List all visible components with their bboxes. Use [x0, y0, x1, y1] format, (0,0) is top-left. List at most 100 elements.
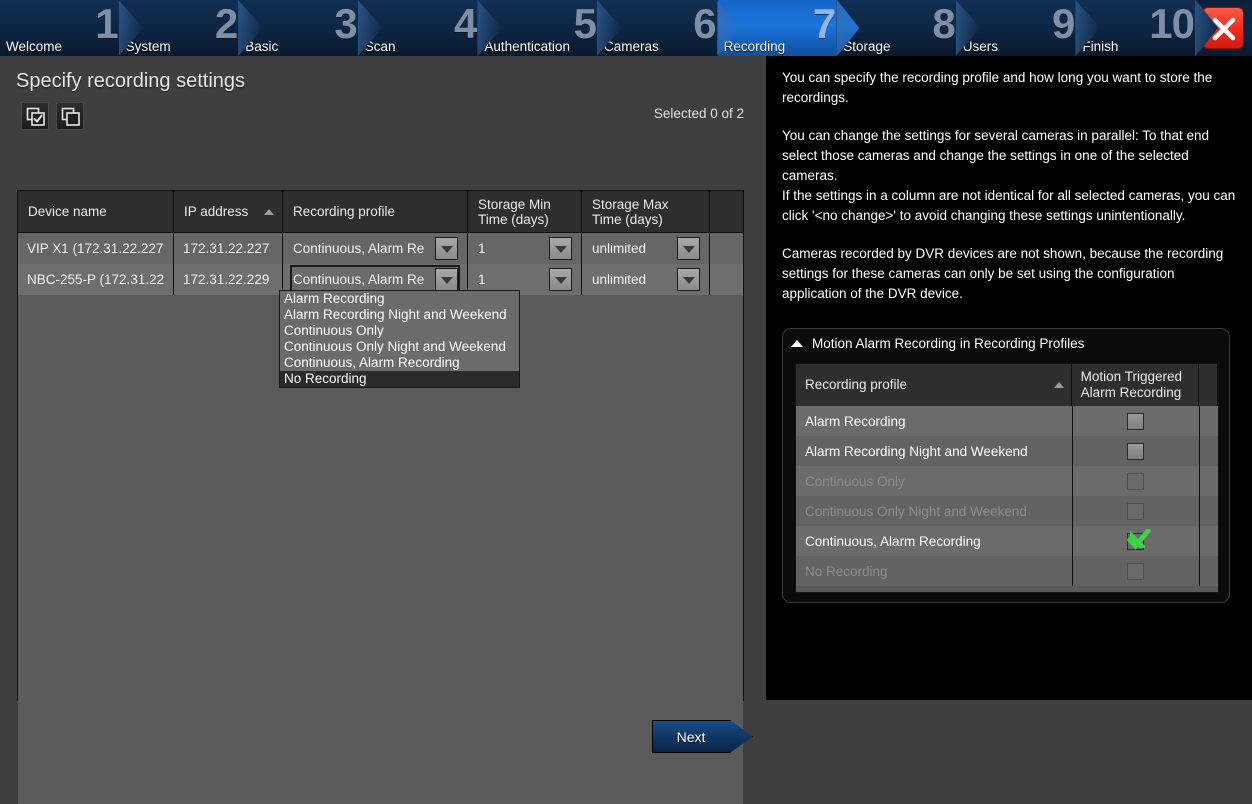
help-paragraph-3: If the settings in a column are not iden…	[782, 188, 1236, 223]
sort-ascending-icon	[1053, 382, 1064, 388]
motion-cell-checkbox[interactable]	[1073, 556, 1200, 586]
motion-panel-header[interactable]: Motion Alarm Recording in Recording Prof…	[783, 329, 1229, 357]
cell-storage-max-time-value: unlimited	[592, 241, 647, 256]
cell-storage-min-time[interactable]: 1	[468, 233, 582, 264]
motion-cell-checkbox[interactable]	[1073, 496, 1200, 526]
wizard-step-welcome[interactable]: 1 Welcome	[0, 0, 142, 56]
chevron-down-icon[interactable]	[549, 237, 572, 260]
column-header-blank	[710, 191, 743, 232]
chevron-down-icon[interactable]	[435, 268, 458, 291]
dropdown-option[interactable]: Continuous, Alarm Recording	[280, 355, 519, 371]
motion-cell-profile: Continuous Only Night and Weekend	[796, 496, 1073, 526]
dropdown-option[interactable]: Alarm Recording Night and Weekend	[280, 307, 519, 323]
motion-column-header-profile[interactable]: Recording profile	[796, 364, 1072, 406]
wizard-step-label: Recording	[723, 39, 786, 54]
select-all-icon	[26, 107, 45, 126]
motion-column-header-blank	[1199, 364, 1218, 406]
cell-storage-max-time-combobox[interactable]: unlimited	[591, 236, 700, 261]
cell-recording-profile-value: Continuous, Alarm Re	[293, 241, 425, 256]
wizard-step-recording[interactable]: 7 Recording	[718, 0, 860, 56]
motion-cell-profile-text: Alarm Recording Night and Weekend	[805, 443, 1028, 459]
cell-ip-address[interactable]: 172.31.22.227	[174, 233, 283, 264]
checkbox-unchecked[interactable]	[1127, 442, 1145, 460]
column-header-storage-max-time[interactable]: Storage Max Time (days)	[582, 191, 710, 232]
cell-storage-min-time-combobox[interactable]: 1	[477, 267, 572, 292]
motion-table-row[interactable]: Alarm Recording Night and Weekend	[796, 436, 1218, 466]
cell-ip-address-text: 172.31.22.229	[183, 272, 270, 287]
wizard-step-number: 7	[812, 0, 836, 47]
device-table: Device name IP address Recording profile…	[17, 190, 744, 804]
cell-storage-max-time-combobox[interactable]: unlimited	[591, 267, 700, 292]
selected-count-label: Selected 0 of 2	[653, 106, 744, 121]
chevron-down-icon[interactable]	[549, 268, 572, 291]
recording-profile-dropdown-list[interactable]: Alarm Recording Alarm Recording Night and…	[279, 290, 520, 388]
motion-panel-title: Motion Alarm Recording in Recording Prof…	[812, 335, 1085, 351]
main-content-pane: Specify recording settings Selected 0 of…	[0, 56, 766, 804]
checkbox-unchecked[interactable]	[1127, 412, 1145, 430]
motion-table-row[interactable]: No Recording	[796, 556, 1218, 586]
column-header-label-line1: Storage Max	[592, 196, 669, 212]
dropdown-option[interactable]: Continuous Only Night and Weekend	[280, 339, 519, 355]
cell-device-name[interactable]: NBC-255-P (172.31.22	[18, 264, 174, 295]
column-header-label: Recording profile	[293, 204, 396, 219]
page-title: Specify recording settings	[16, 70, 246, 92]
cell-device-name[interactable]: VIP X1 (172.31.22.227	[18, 233, 174, 264]
cell-recording-profile-combobox[interactable]: Continuous, Alarm Re	[292, 236, 458, 261]
motion-cell-profile-text: No Recording	[805, 563, 888, 579]
wizard-step-number: 3	[334, 0, 357, 47]
checkbox-checked[interactable]	[1127, 528, 1152, 550]
motion-cell-profile: Continuous Only	[796, 466, 1073, 496]
column-header-ip-address[interactable]: IP address	[174, 191, 283, 232]
motion-profile-table: Recording profile Motion Triggered Alarm…	[795, 363, 1219, 593]
motion-cell-blank	[1200, 406, 1218, 436]
table-row[interactable]: VIP X1 (172.31.22.227 172.31.22.227 Contin…	[18, 233, 743, 264]
cell-device-name-text: NBC-255-P (172.31.22	[27, 272, 165, 287]
motion-cell-checkbox[interactable]	[1073, 466, 1200, 496]
cell-storage-max-time-value: unlimited	[592, 272, 647, 287]
motion-alarm-recording-panel: Motion Alarm Recording in Recording Prof…	[782, 328, 1230, 603]
wizard-step-number: 2	[214, 0, 238, 47]
motion-cell-profile: Continuous, Alarm Recording	[796, 526, 1073, 556]
motion-table-row[interactable]: Continuous Only	[796, 466, 1218, 496]
cell-ip-address[interactable]: 172.31.22.229	[174, 264, 283, 295]
motion-column-header-motion-triggered[interactable]: Motion Triggered Alarm Recording	[1072, 364, 1199, 406]
deselect-all-button[interactable]	[56, 102, 85, 130]
cell-recording-profile[interactable]: Continuous, Alarm Re	[283, 233, 468, 264]
chevron-up-icon[interactable]	[791, 339, 803, 347]
cell-storage-min-time-combobox[interactable]: 1	[477, 236, 572, 261]
device-table-header: Device name IP address Recording profile…	[18, 191, 743, 233]
wizard-step-number: 10	[1149, 0, 1195, 47]
motion-cell-profile: Alarm Recording Night and Weekend	[796, 436, 1073, 466]
motion-table-row[interactable]: Alarm Recording	[796, 406, 1218, 436]
column-header-device-name[interactable]: Device name	[18, 191, 174, 232]
motion-cell-checkbox[interactable]	[1073, 406, 1200, 436]
motion-cell-checkbox[interactable]	[1073, 526, 1200, 556]
motion-table-row[interactable]: Continuous Only Night and Weekend	[796, 496, 1218, 526]
motion-cell-profile-text: Continuous, Alarm Recording	[805, 533, 981, 549]
cell-recording-profile-value: Continuous, Alarm Re	[293, 272, 425, 287]
check-icon	[1127, 528, 1152, 550]
cell-device-name-text: VIP X1 (172.31.22.227	[27, 241, 164, 256]
deselect-all-icon	[62, 107, 81, 126]
chevron-down-icon[interactable]	[677, 268, 700, 291]
cell-storage-max-time[interactable]: unlimited	[582, 264, 710, 295]
dropdown-option[interactable]: Continuous Only	[280, 323, 519, 339]
column-header-storage-min-time[interactable]: Storage Min Time (days)	[468, 191, 582, 232]
chevron-down-icon[interactable]	[677, 237, 700, 260]
motion-cell-blank	[1200, 466, 1218, 496]
sort-ascending-icon	[264, 208, 274, 215]
chevron-down-icon[interactable]	[435, 237, 458, 260]
checkbox-unchecked	[1127, 472, 1145, 490]
cell-recording-profile-combobox[interactable]: Continuous, Alarm Re	[290, 265, 460, 294]
column-header-recording-profile[interactable]: Recording profile	[283, 191, 468, 232]
wizard-step-number: 6	[693, 0, 716, 47]
dropdown-option[interactable]: Alarm Recording	[280, 291, 519, 307]
dropdown-option[interactable]: No Recording	[280, 371, 519, 387]
help-pane: You can specify the recording profile an…	[766, 56, 1252, 700]
wizard-step-number: 1	[95, 0, 118, 47]
motion-table-row[interactable]: Continuous, Alarm Recording	[796, 526, 1218, 556]
select-all-button[interactable]	[21, 102, 49, 130]
motion-cell-checkbox[interactable]	[1073, 436, 1200, 466]
cell-storage-max-time[interactable]: unlimited	[582, 233, 710, 264]
next-button[interactable]: Next	[652, 720, 753, 753]
